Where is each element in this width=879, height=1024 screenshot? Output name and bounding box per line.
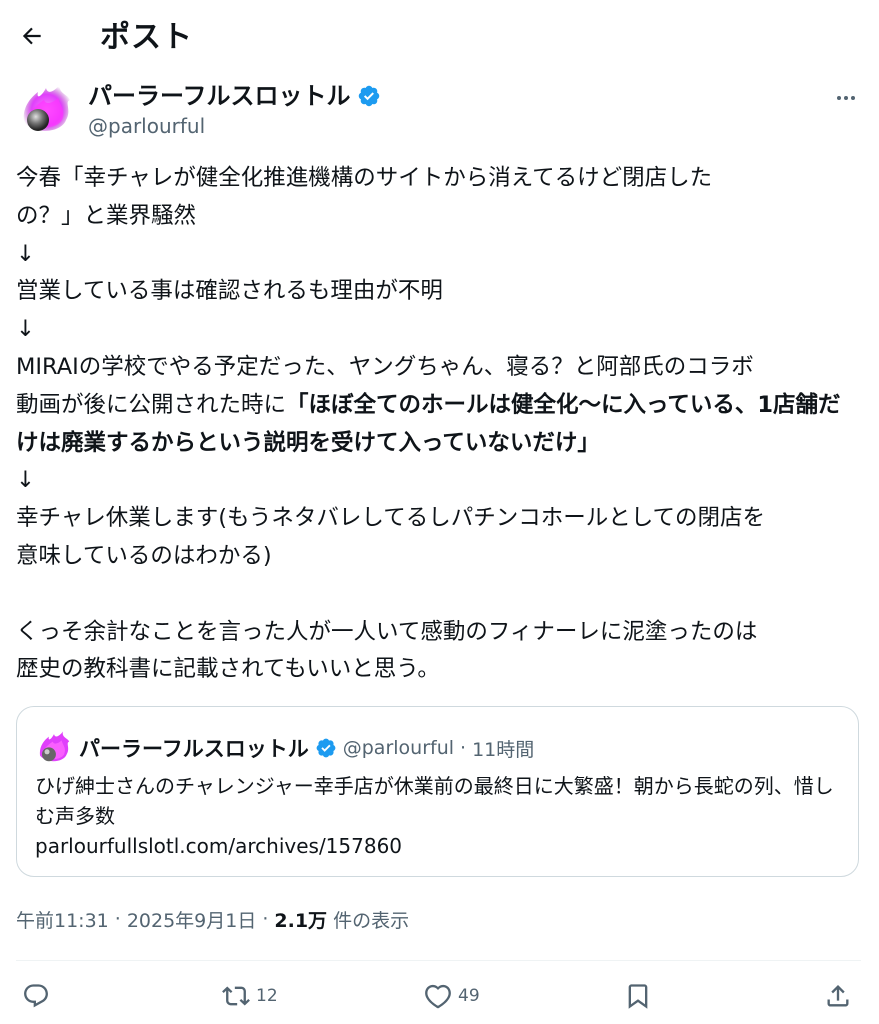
quote-header: パーラーフルスロットル @parlourful · 11時間 bbox=[79, 729, 534, 767]
repost-button[interactable]: 12 bbox=[222, 976, 278, 1016]
quote-separator: · bbox=[460, 737, 467, 759]
reply-icon bbox=[24, 984, 48, 1008]
post-meta: 午前11:31 · 2025年9月1日 · 2.1万 件の表示 bbox=[16, 902, 409, 936]
post-line: 営業している事は確認されるも理由が不明 bbox=[16, 278, 443, 305]
dot-icon bbox=[851, 96, 855, 100]
meta-separator: · bbox=[262, 908, 269, 930]
post-line: 幸チャレ休業します(もうネタバレしてるしパチンコホールとしての閉店を bbox=[16, 505, 766, 532]
divider bbox=[16, 960, 861, 961]
dot-icon bbox=[844, 96, 848, 100]
post-line: 意味しているのはわかる) bbox=[16, 542, 272, 569]
arrow-text: ↓ bbox=[16, 316, 35, 343]
verified-badge-icon bbox=[316, 738, 336, 758]
quoted-post-card[interactable]: パーラーフルスロットル @parlourful · 11時間 ひげ紳士さんのチャ… bbox=[16, 706, 859, 877]
post-line: MIRAIの学校でやる予定だった、ヤングちゃん、寝る？と阿部氏のコラボ bbox=[16, 353, 754, 380]
post-time[interactable]: 午前11:31 bbox=[16, 906, 109, 933]
post-line: の？」と業界騒然 bbox=[16, 202, 197, 229]
like-count: 49 bbox=[458, 986, 480, 1006]
like-button[interactable]: 49 bbox=[424, 976, 480, 1016]
avatar[interactable] bbox=[16, 80, 76, 140]
share-button[interactable] bbox=[824, 976, 852, 1016]
verified-badge-icon bbox=[358, 85, 379, 107]
arrow-text: ↓ bbox=[16, 467, 35, 494]
top-bar: ポスト bbox=[0, 0, 879, 76]
dot-icon bbox=[837, 96, 841, 100]
post-line: 動画が後に公開された時に bbox=[16, 391, 287, 418]
repost-icon bbox=[222, 986, 250, 1006]
action-bar: 12 49 bbox=[0, 968, 879, 1024]
flame-ball-logo-icon bbox=[23, 84, 71, 131]
quote-handle: @parlourful bbox=[342, 737, 455, 759]
post-line: 歴史の教科書に記載されてもいいと思う。 bbox=[16, 656, 440, 683]
share-icon bbox=[827, 985, 849, 1007]
author-name-row[interactable]: パーラーフルスロットル bbox=[88, 80, 381, 112]
repost-count: 12 bbox=[256, 986, 278, 1006]
page-title: ポスト bbox=[100, 20, 193, 55]
arrow-left-icon bbox=[22, 27, 41, 45]
reply-button[interactable] bbox=[22, 976, 50, 1016]
post-line: 今春「幸チャレが健全化推進機構のサイトから消えてるけど閉店した bbox=[16, 165, 713, 191]
quote-author-name: パーラーフルスロットル bbox=[79, 737, 309, 761]
quote-avatar-icon bbox=[39, 731, 70, 762]
quote-timestamp: 11時間 bbox=[472, 738, 535, 761]
author-handle[interactable]: @parlourful bbox=[88, 112, 205, 140]
bookmark-button[interactable] bbox=[624, 976, 652, 1016]
views-count: 2.1万 bbox=[274, 909, 328, 932]
post-line: くっそ余計なことを言った人が一人いて感動のフィナーレに泥塗ったのは bbox=[16, 618, 758, 645]
quote-link[interactable]: parlourfullslotl.com/archives/157860 bbox=[35, 831, 402, 861]
author-name[interactable]: パーラーフルスロットル bbox=[88, 80, 351, 112]
heart-icon bbox=[425, 984, 451, 1009]
post-date[interactable]: 2025年9月1日 bbox=[127, 906, 257, 933]
more-options-button[interactable] bbox=[826, 82, 866, 114]
arrow-text: ↓ bbox=[16, 240, 35, 267]
meta-separator: · bbox=[114, 908, 121, 930]
post-text: 今春「幸チャレが健全化推進機構のサイトから消えてるけど閉店した の？」と業界騒然… bbox=[16, 160, 861, 689]
views-label: 件の表示 bbox=[333, 909, 410, 932]
back-button[interactable] bbox=[14, 18, 50, 54]
bookmark-icon bbox=[628, 984, 648, 1009]
quote-text: ひげ紳士さんのチャレンジャー幸手店が休業前の最終日に大繁盛！朝から長蛇の列、惜し… bbox=[35, 774, 834, 828]
